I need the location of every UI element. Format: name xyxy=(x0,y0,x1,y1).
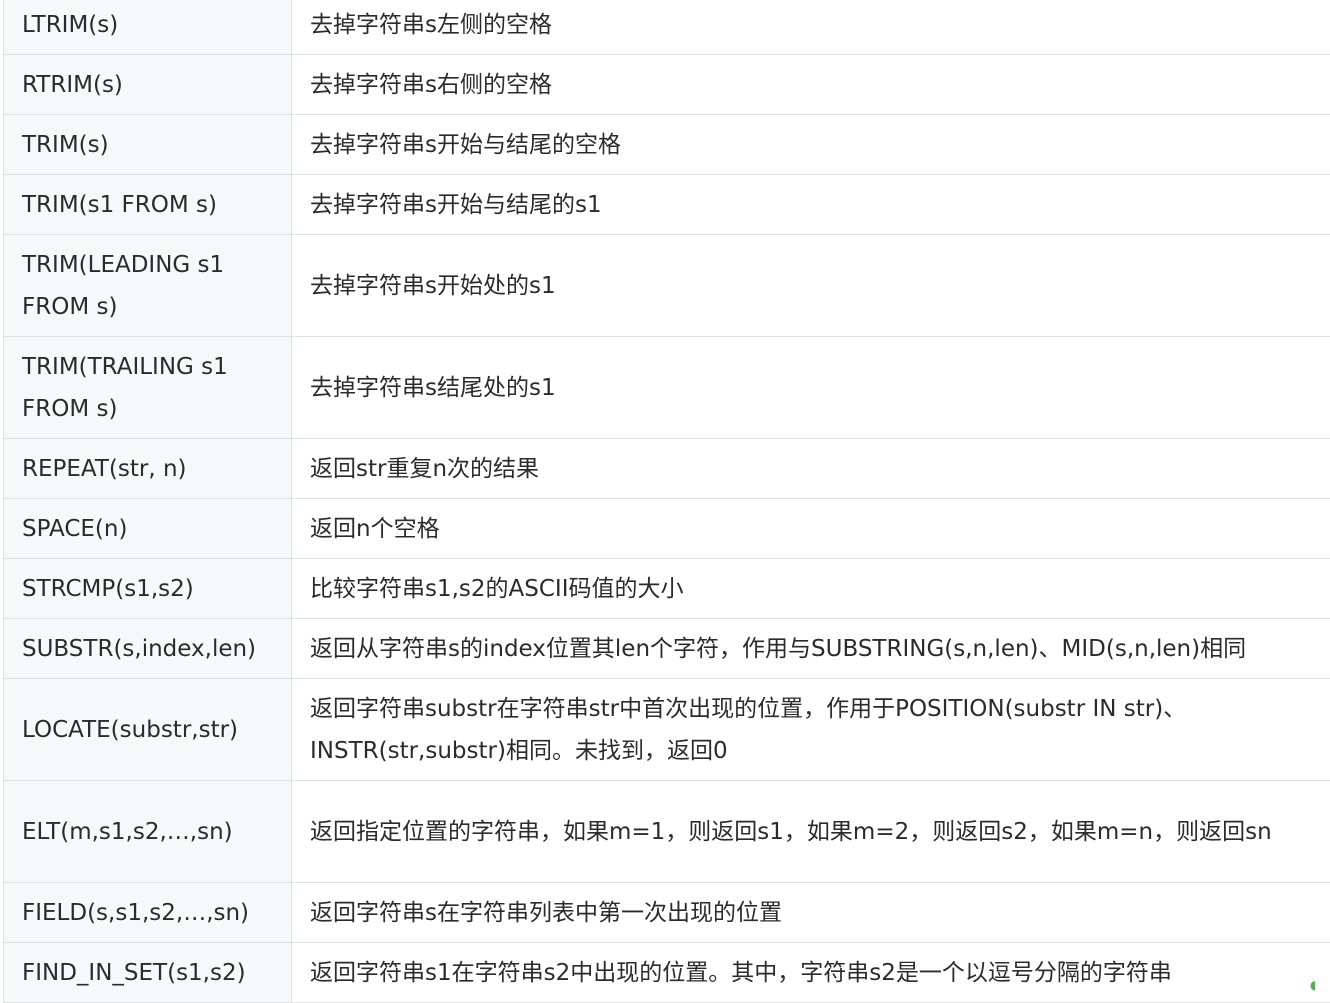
function-description-cell: 去掉字符串s开始处的s1 xyxy=(292,235,1330,337)
function-name-cell: ELT(m,s1,s2,…,sn) xyxy=(4,781,292,883)
page-wrapper: LTRIM(s) 去掉字符串s左侧的空格 RTRIM(s) 去掉字符串s右侧的空… xyxy=(0,0,1330,1003)
function-description-cell: 去掉字符串s开始与结尾的s1 xyxy=(292,175,1330,235)
function-name-cell: RTRIM(s) xyxy=(4,55,292,115)
function-name-cell: SPACE(n) xyxy=(4,499,292,559)
function-name-cell: TRIM(s) xyxy=(4,115,292,175)
table-row: SUBSTR(s,index,len) 返回从字符串s的index位置其len个… xyxy=(4,619,1330,679)
table-row: RTRIM(s) 去掉字符串s右侧的空格 xyxy=(4,55,1330,115)
function-name-cell: SUBSTR(s,index,len) xyxy=(4,619,292,679)
function-description-cell: 去掉字符串s右侧的空格 xyxy=(292,55,1330,115)
function-name-cell: TRIM(TRAILING s1 FROM s) xyxy=(4,337,292,439)
function-name-cell: REPEAT(str, n) xyxy=(4,439,292,499)
function-description-cell: 返回字符串s在字符串列表中第一次出现的位置 xyxy=(292,883,1330,943)
function-description-cell: 去掉字符串s开始与结尾的空格 xyxy=(292,115,1330,175)
table-row: TRIM(TRAILING s1 FROM s) 去掉字符串s结尾处的s1 xyxy=(4,337,1330,439)
table-row: SPACE(n) 返回n个空格 xyxy=(4,499,1330,559)
function-name-cell: LTRIM(s) xyxy=(4,0,292,55)
table-row: TRIM(s) 去掉字符串s开始与结尾的空格 xyxy=(4,115,1330,175)
table-row: TRIM(s1 FROM s) 去掉字符串s开始与结尾的s1 xyxy=(4,175,1330,235)
table-row: LTRIM(s) 去掉字符串s左侧的空格 xyxy=(4,0,1330,55)
function-name-cell: FIELD(s,s1,s2,…,sn) xyxy=(4,883,292,943)
function-name-cell: STRCMP(s1,s2) xyxy=(4,559,292,619)
table-row: REPEAT(str, n) 返回str重复n次的结果 xyxy=(4,439,1330,499)
function-description-cell: 返回n个空格 xyxy=(292,499,1330,559)
table-row: STRCMP(s1,s2) 比较字符串s1,s2的ASCII码值的大小 xyxy=(4,559,1330,619)
function-description-cell: 返回指定位置的字符串，如果m=1，则返回s1，如果m=2，则返回s2，如果m=n… xyxy=(292,781,1330,883)
table-row: FIELD(s,s1,s2,…,sn) 返回字符串s在字符串列表中第一次出现的位… xyxy=(4,883,1330,943)
function-name-cell: LOCATE(substr,str) xyxy=(4,679,292,781)
function-name-cell: TRIM(s1 FROM s) xyxy=(4,175,292,235)
table-row: LOCATE(substr,str) 返回字符串substr在字符串str中首次… xyxy=(4,679,1330,781)
function-description-cell: 返回str重复n次的结果 xyxy=(292,439,1330,499)
function-description-cell: 比较字符串s1,s2的ASCII码值的大小 xyxy=(292,559,1330,619)
function-description-cell: 返回从字符串s的index位置其len个字符，作用与SUBSTRING(s,n,… xyxy=(292,619,1330,679)
function-description-cell: 去掉字符串s左侧的空格 xyxy=(292,0,1330,55)
string-function-table: LTRIM(s) 去掉字符串s左侧的空格 RTRIM(s) 去掉字符串s右侧的空… xyxy=(3,0,1330,1003)
table-row: ELT(m,s1,s2,…,sn) 返回指定位置的字符串，如果m=1，则返回s1… xyxy=(4,781,1330,883)
function-description-cell: 返回字符串substr在字符串str中首次出现的位置，作用于POSITION(s… xyxy=(292,679,1330,781)
table-row: TRIM(LEADING s1 FROM s) 去掉字符串s开始处的s1 xyxy=(4,235,1330,337)
function-description-cell: 去掉字符串s结尾处的s1 xyxy=(292,337,1330,439)
corner-logo-icon: ◖ xyxy=(1310,978,1328,992)
function-name-cell: TRIM(LEADING s1 FROM s) xyxy=(4,235,292,337)
